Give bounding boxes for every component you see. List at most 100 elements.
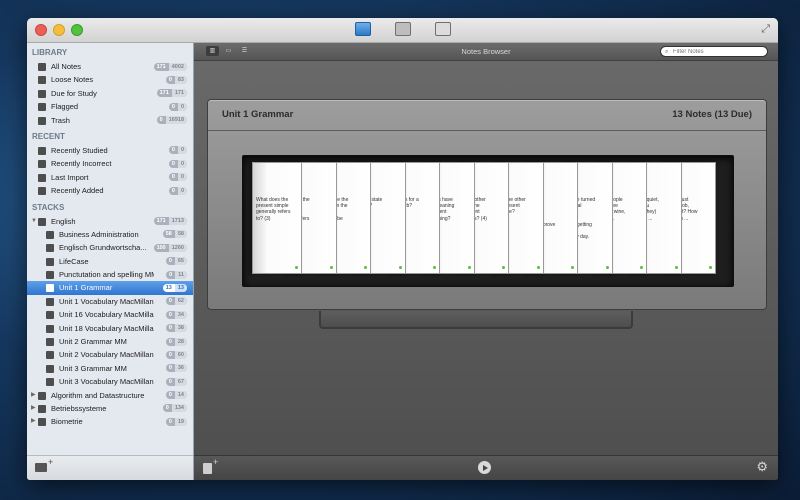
sidebar-item-recently-studied[interactable]: Recently Studied 0 0 xyxy=(27,144,193,157)
stack-icon xyxy=(46,244,54,253)
total-count: 34 xyxy=(174,310,187,319)
disclosure-closed-icon[interactable]: ▶ xyxy=(31,415,36,428)
total-count: 19 xyxy=(174,417,187,426)
sidebar-item-recently-incorrect[interactable]: Recently Incorrect 0 0 xyxy=(27,157,193,170)
stack-item[interactable]: Unit 18 Vocabulary MacMillan 0 38 xyxy=(27,322,193,335)
count-badge: 100 1260 xyxy=(153,243,187,252)
drawer-handle[interactable] xyxy=(319,311,633,329)
total-count: 16918 xyxy=(165,116,187,125)
stack-item[interactable]: Business Administration 58 58 xyxy=(27,228,193,241)
due-count: 171 xyxy=(156,218,166,225)
sidebar-item-last-import[interactable]: Last Import 0 0 xyxy=(27,171,193,184)
sidebar-item-recently-added[interactable]: Recently Added 0 0 xyxy=(27,184,193,197)
search-box[interactable]: ⌕ xyxy=(660,46,768,57)
zoom-button[interactable] xyxy=(71,24,83,36)
count-badge: 0 11 xyxy=(166,270,187,279)
clock-icon xyxy=(38,146,46,155)
stack-item[interactable]: ▶ Biometrie 0 19 xyxy=(27,415,193,428)
card-drawer[interactable]: What does the present simple generally r… xyxy=(242,155,734,287)
due-indicator-icon xyxy=(433,266,436,269)
close-button[interactable] xyxy=(35,24,47,36)
disclosure-closed-icon[interactable]: ▶ xyxy=(31,402,36,415)
stack-item[interactable]: LifeCase 0 65 xyxy=(27,255,193,268)
due-indicator-icon xyxy=(502,266,505,269)
notes-browser-icon[interactable] xyxy=(355,22,371,36)
stack-icon xyxy=(46,378,54,387)
disclosure-open-icon[interactable]: ▼ xyxy=(31,215,37,228)
fullscreen-icon[interactable]: ⤢ xyxy=(761,23,770,36)
study-icon[interactable] xyxy=(395,22,411,36)
total-count: 4002 xyxy=(168,62,187,71)
all-notes-icon xyxy=(38,63,46,71)
stack-item[interactable]: Unit 3 Grammar MM 0 36 xyxy=(27,362,193,375)
new-note-icon[interactable] xyxy=(203,457,218,474)
stack-icon xyxy=(46,311,54,320)
due-count: 0 xyxy=(168,351,172,358)
total-count: 67 xyxy=(174,377,187,386)
stack-icon xyxy=(46,297,54,306)
library-header: LIBRARY xyxy=(32,48,68,57)
count-badge: 0 67 xyxy=(165,377,187,386)
due-count: 171 xyxy=(156,63,166,70)
add-stack-icon[interactable] xyxy=(35,457,53,472)
due-count: 0 xyxy=(168,365,172,372)
sidebar-list[interactable]: LIBRARY All Notes 171 4002 Loose Notes 0 83 Due… xyxy=(27,43,193,456)
due-count: 58 xyxy=(165,231,172,238)
row-label: Loose Notes xyxy=(51,75,94,85)
stack-item[interactable]: ▶ Betriebssysteme 0 134 xyxy=(27,402,193,415)
sidebar: LIBRARY All Notes 171 4002 Loose Notes 0 83 Due… xyxy=(27,43,194,480)
total-count: 14 xyxy=(174,391,187,400)
filter-notes-input[interactable] xyxy=(673,47,763,56)
stack-item[interactable]: Englisch Grundwortscha... 100 1260 xyxy=(27,241,193,254)
sidebar-item-flagged[interactable]: Flagged 0 0 xyxy=(27,100,193,113)
row-label: LifeCase xyxy=(59,256,89,266)
row-label: Trash xyxy=(51,115,70,125)
stack-item[interactable]: Unit 3 Vocabulary MacMillan 0 67 xyxy=(27,375,193,388)
stack-icon xyxy=(46,351,54,360)
due-indicator-icon xyxy=(709,266,712,269)
due-indicator-icon xyxy=(364,266,367,269)
minimize-button[interactable] xyxy=(53,24,65,36)
flag-icon xyxy=(38,103,46,112)
due-count: 0 xyxy=(171,160,175,167)
browser-stage: Unit 1 Grammar 13 Notes (13 Due) What do… xyxy=(194,61,778,456)
sidebar-item-due-for-study[interactable]: Due for Study 171 171 xyxy=(27,87,193,100)
count-badge: 0 19 xyxy=(165,417,187,426)
row-label: Unit 18 Vocabulary MacMillan xyxy=(59,323,154,333)
play-icon[interactable] xyxy=(478,461,491,474)
count-badge: 13 13 xyxy=(162,283,187,292)
count-badge: 0 38 xyxy=(165,324,187,333)
stack-item[interactable]: ▼ English 171 1713 xyxy=(27,215,193,228)
browser-toolbar: ▥ ▭ ☰ Notes Browser ⌕ xyxy=(194,43,778,61)
count-badge: 0 134 xyxy=(162,404,187,413)
row-label: Business Administration xyxy=(59,229,139,239)
gear-icon[interactable]: ⚙ xyxy=(756,460,768,474)
stack-item[interactable]: Unit 1 Vocabulary MacMillan 0 62 xyxy=(27,295,193,308)
stack-icon xyxy=(46,230,54,239)
loose-notes-icon xyxy=(38,76,46,85)
total-count: 13 xyxy=(174,283,187,292)
stack-item[interactable]: Unit 16 Vocabulary MacMillan 0 34 xyxy=(27,308,193,321)
note-card[interactable]: What does the present simple generally r… xyxy=(252,162,302,274)
stack-icon xyxy=(38,404,46,413)
stack-item[interactable]: Unit 1 Grammar 13 13 xyxy=(27,281,193,295)
row-label: Unit 3 Grammar MM xyxy=(59,363,127,373)
stack-icon xyxy=(38,418,46,427)
plus-circle-icon xyxy=(38,187,46,196)
row-label: Recently Added xyxy=(51,186,104,196)
due-indicator-icon xyxy=(640,266,643,269)
preview-icon[interactable] xyxy=(435,22,451,36)
stack-icon xyxy=(46,271,54,280)
count-badge: 0 14 xyxy=(165,391,187,400)
disclosure-closed-icon[interactable]: ▶ xyxy=(31,389,36,402)
stack-item[interactable]: Unit 2 Grammar MM 0 28 xyxy=(27,335,193,348)
stack-icon xyxy=(46,364,54,373)
sidebar-item-loose-notes[interactable]: Loose Notes 0 83 xyxy=(27,73,193,86)
stack-item[interactable]: Unit 2 Vocabulary MacMillan 0 60 xyxy=(27,348,193,361)
stack-item[interactable]: ▶ Algorithm and Datastructure 0 14 xyxy=(27,389,193,402)
due-count: 0 xyxy=(165,405,169,412)
sidebar-item-trash[interactable]: Trash 0 16918 xyxy=(27,114,193,127)
stack-item[interactable]: Punctutation and spelling MM 0 11 xyxy=(27,268,193,281)
sidebar-item-all-notes[interactable]: All Notes 171 4002 xyxy=(27,60,193,73)
due-indicator-icon xyxy=(674,266,678,269)
